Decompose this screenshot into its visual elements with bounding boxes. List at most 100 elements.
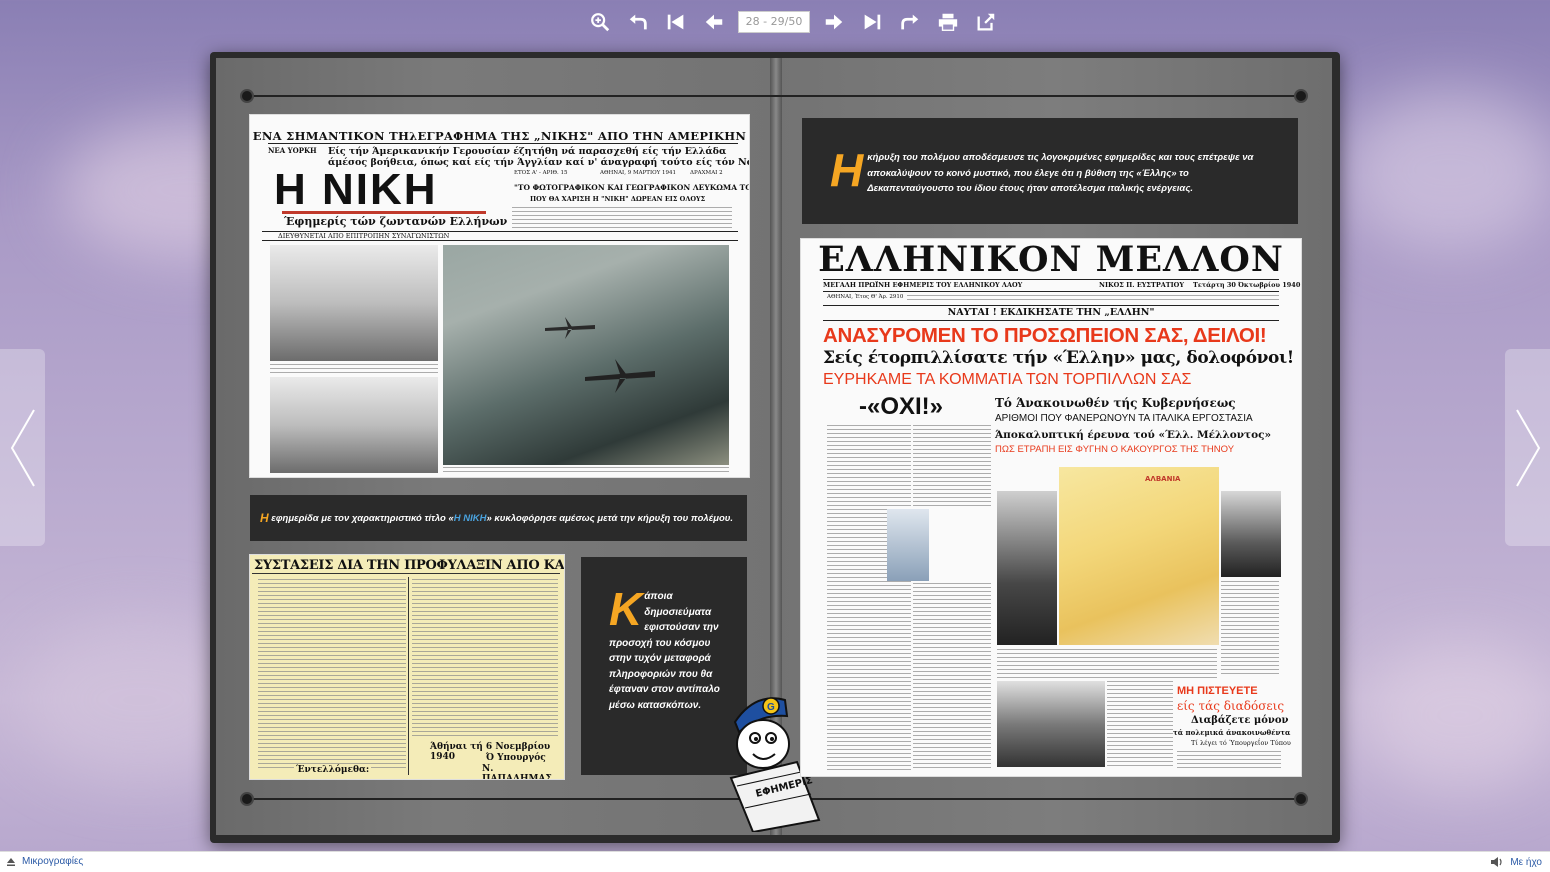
mellon-announce-1: Τό Άνακοινωθέν τής Κυβερνήσεως: [995, 396, 1236, 410]
arrow-left-icon: [705, 14, 723, 30]
niki-date-line: ΑΘΗΝΑΙ, 9 ΜΑΡΤΙΟΥ 1941: [600, 170, 677, 176]
thumbnails-label: Μικρογραφίες: [22, 856, 84, 867]
niki-tagline: Έφημερίς τών ζωντανών Ελλήνων: [284, 215, 508, 228]
rail-dot: [240, 792, 254, 806]
niki-sub-tagline: ΔΙΕΥΘΥΝΕΤΑΙ ΑΠΟ ΕΠΙΤΡΟΠΗΝ ΣΥΝΑΓΩΝΙΣΤΩΝ: [278, 232, 450, 240]
redo-button[interactable]: [896, 8, 924, 36]
mellon-banner: ΝΑΥΤΑΙ ! ΕΚΔΙΚΗΣΑΤΕ ΤΗΝ „ΕΛΛΗΝ": [947, 307, 1155, 318]
niki-illustration-caption: [443, 467, 729, 475]
caption-initial: Η: [830, 144, 864, 196]
last-page-icon: [864, 14, 881, 30]
first-page-button[interactable]: [662, 8, 690, 36]
arrow-right-icon: [825, 14, 843, 30]
share-button[interactable]: [972, 8, 1000, 36]
niki-caption-box: Η εφημερίδα με τον χαρακτηριστικό τίτλο …: [250, 495, 747, 541]
first-page-icon: [667, 14, 684, 30]
share-export-icon: [977, 13, 995, 31]
elliniko-mellon-newspaper: ΕΛΛΗΝΙΚΟΝ ΜΕΛΛΟΝ ΜΕΓΑΛΗ ΠΡΩΪΝΗ ΕΦΗΜΕΡΙΣ …: [801, 239, 1301, 776]
mellon-announce-4: ΠΩΣ ΕΤΡΑΠΗ ΕΙΣ ΦΥΓΗΝ Ο ΚΑΚΟΥΡΓΟΣ ΤΗΣ ΤΗΝ…: [995, 444, 1235, 455]
last-page-button[interactable]: [858, 8, 886, 36]
caption-text-before: εφημερίδα με τον χαρακτηριστικό τίτλο «: [268, 512, 454, 524]
clipping-closing: Έντελλόμεθα:: [294, 765, 372, 775]
mellon-photo-officer: [1221, 491, 1281, 577]
rail-dot: [1294, 89, 1308, 103]
niki-issue-line: ΕΤΟΣ Α' - ΑΡΙΘ. 15: [514, 170, 568, 176]
niki-price-line: ΔΡΑΧΜΑΙ 2: [690, 170, 723, 176]
svg-text:G: G: [767, 702, 775, 713]
sound-label: Με ήχο: [1510, 856, 1542, 868]
mellon-text-col-4: [1221, 581, 1279, 675]
thumbnails-toggle[interactable]: Μικρογραφίες: [6, 856, 83, 867]
zoom-in-button[interactable]: [586, 8, 614, 36]
mellon-oxi: -«ΟΧΙ!»: [859, 393, 944, 420]
mellon-editor: ΝΙΚΟΣ Π. ΕΥΣΤΡΑΤΙΟΥ: [1099, 281, 1184, 289]
mellon-masthead-details: [907, 295, 1279, 301]
mellon-dont-believe-3: Διαβάζετε μόνον: [1191, 715, 1289, 726]
mellon-headline-2: Σείς έτορπιλλίσατε τήν «Έλλην» μας, δολο…: [823, 348, 1294, 368]
chevron-left-icon: [10, 408, 35, 487]
previous-page-side-button[interactable]: [0, 349, 45, 546]
sound-toggle[interactable]: Με ήχο: [1490, 856, 1542, 868]
niki-headline-top: ΕΝΑ ΣΗΜΑΝΤΙΚΟΝ ΤΗλΕΓΡΑΦΗΜΑ ΤΗΣ „ΝΙΚΗΣ" Α…: [252, 129, 747, 143]
elli-caption-box: Η κήρυξη του πολέμου απoδέσμευσε τις λογ…: [802, 118, 1298, 224]
mellon-map-label: ΑΛΒΑΝΙΑ: [1145, 475, 1181, 483]
clipping-column-left: [258, 579, 406, 771]
niki-album-title: "ΤΟ ΦΩΤΟΓΡΑΦΙΚΟΝ ΚΑΙ ΓΕΩΓΡΑΦΙΚΟΝ ΛΕΥΚΩΜΑ…: [514, 183, 749, 192]
niki-photo-artillery: [270, 377, 438, 473]
rail-dot: [240, 89, 254, 103]
mellon-subline: ΜΕΓΑΛΗ ΠΡΩΪΝΗ ΕΦΗΜΕΡΙΣ ΤΟΥ ΕΛΛΗΝΙΚΟΥ ΛΑΟ…: [823, 281, 1023, 289]
clipping-signature-role: Ό Υπουργός: [486, 753, 546, 763]
mellon-announce-3: Άποκαλυπτική έρευνα τού «Έλλ. Μέλλοντος»: [995, 429, 1272, 441]
print-button[interactable]: [934, 8, 962, 36]
undo-arrow-icon: [629, 14, 647, 30]
viewer-toolbar: 28 - 29/50: [586, 8, 1000, 36]
plane-illustration: [585, 359, 655, 393]
book-spread: ΕΝΑ ΣΗΜΑΝΤΙΚΟΝ ΤΗλΕΓΡΑΦΗΜΑ ΤΗΣ „ΝΙΚΗΣ" Α…: [210, 52, 1340, 843]
rail-dot: [1294, 792, 1308, 806]
mellon-issue: ΑΘΗΝΑΙ, Έτος Θ' Άρ. 2910: [827, 294, 904, 300]
mellon-photo-crowd: [997, 681, 1105, 767]
mellon-text-col-5: [997, 649, 1217, 679]
clipping-column-right: [412, 579, 558, 739]
mellon-photo-flag: [887, 509, 929, 581]
sky-cloud: [1360, 640, 1550, 790]
previous-page-button[interactable]: [700, 8, 728, 36]
plane-illustration: [545, 317, 595, 339]
mellon-map: [1059, 467, 1219, 645]
mellon-dont-believe-1: ΜΗ ΠΙΣΤΕΥΕΤΕ: [1177, 685, 1258, 697]
niki-album-sub: ΠΟΥ ΘΑ ΧΑΡΙΣΗ Η "ΝΙΚΗ" ΔΩΡΕΑΝ ΕΙΣ ΟΛΟΥΣ: [530, 195, 706, 203]
mellon-date: Τετάρτη 30 Όκτωβρίου 1940: [1193, 281, 1301, 289]
mellon-text-col-3: [913, 583, 991, 771]
mellon-dont-believe-2: είς τάς διαδόσεις: [1177, 699, 1285, 713]
next-page-button[interactable]: [820, 8, 848, 36]
speaker-icon: [1491, 857, 1502, 867]
chevron-right-icon: [1515, 408, 1540, 487]
next-page-side-button[interactable]: [1505, 349, 1550, 546]
niki-newspaper-clipping: ΕΝΑ ΣΗΜΑΝΤΙΚΟΝ ΤΗλΕΓΡΑΦΗΜΑ ΤΗΣ „ΝΙΚΗΣ" Α…: [250, 115, 749, 477]
caption-text-after: » κυκλοφόρησε αμέσως μετά την κήρυξη του…: [486, 512, 734, 524]
sky-cloud: [1340, 90, 1550, 250]
mellon-dont-believe-5: Τί λέγει τό Ύπουργεΐον Τύπου: [1191, 739, 1291, 747]
redo-arrow-icon: [901, 14, 919, 30]
mellon-text-col-6: [1107, 681, 1173, 767]
niki-lead-line-1: Είς τήν Άμερικανικήν Γερουσίαν έζητήθη ν…: [328, 146, 727, 157]
niki-dateline: ΝΕΑ ΥΟΡΚΗ: [268, 146, 317, 155]
eject-up-icon: [7, 857, 15, 866]
undo-button[interactable]: [624, 8, 652, 36]
page-number-field[interactable]: 28 - 29/50: [738, 11, 810, 33]
mellon-headline-3: ΕΥΡΗΚΑΜΕ ΤΑ ΚΟΜΜΑΤΙΑ ΤΩΝ ΤΟΡΠΙΛΛΩΝ ΣΑΣ: [823, 371, 1192, 388]
niki-photo-caption: [270, 364, 438, 374]
caption-initial: Κ: [609, 583, 643, 635]
mellon-announce-2: ΑΡΙΘΜΟΙ ΠΟΥ ΦΑΝΕΡΩΝΟΥΝ ΤΑ ΙΤΑΛΙΚΑ ΕΡΓΟΣΤ…: [995, 413, 1253, 424]
mellon-text-col-2: [913, 425, 991, 509]
top-rail: [250, 95, 1300, 97]
caption-initial: Η: [260, 511, 269, 525]
caption-text: κήρυξη του πολέμου απoδέσμευσε τις λογοκ…: [867, 152, 1254, 194]
mellon-text-col-7: [1177, 751, 1281, 771]
niki-photo-soldiers: [270, 245, 438, 361]
mellon-photo-priest: [997, 491, 1057, 645]
niki-masthead: Η ΝΙΚΗ: [274, 165, 438, 214]
mellon-text-col-1: [827, 425, 911, 771]
bottom-bar: Μικρογραφίες Με ήχο: [0, 851, 1550, 872]
mellon-headline-1: ΑΝΑΣΥΡΟΜΕΝ ΤΟ ΠΡΟΣΩΠΕΙΟΝ ΣΑΣ, ΔΕΙΛΟΙ!: [823, 324, 1267, 347]
